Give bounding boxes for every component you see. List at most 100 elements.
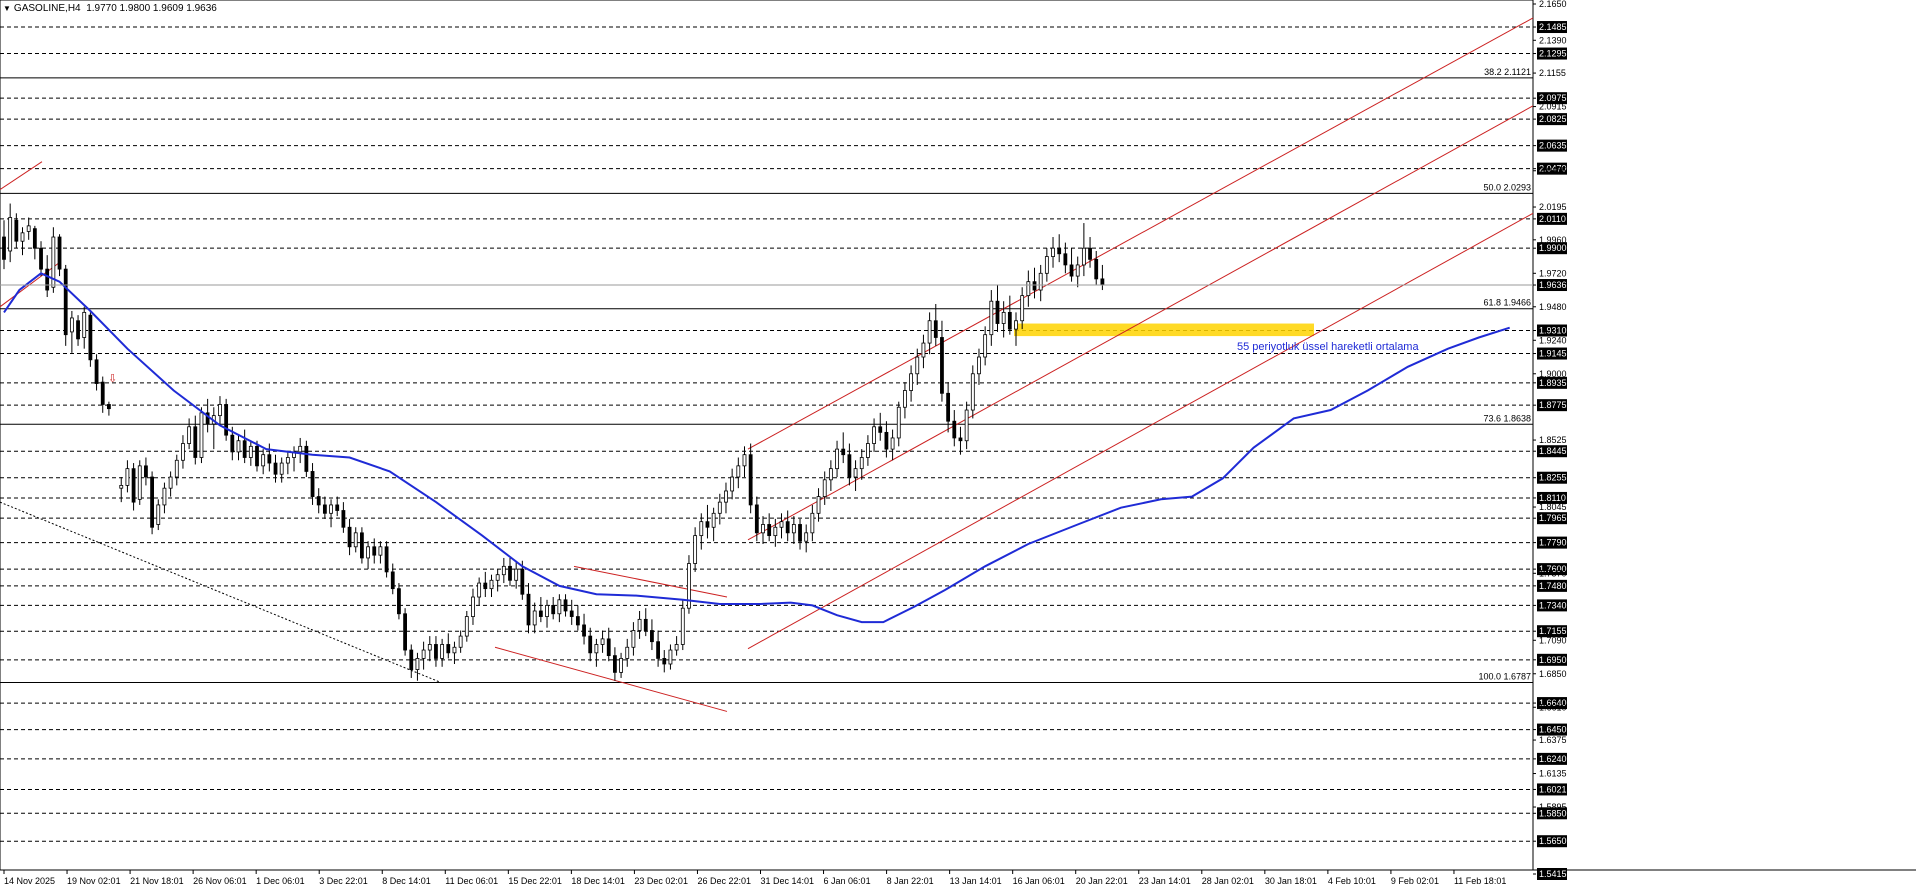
candle-body [224, 404, 229, 436]
dropdown-triangle-icon[interactable]: ▼ [3, 4, 11, 13]
candle-body [255, 445, 259, 467]
candle-body [298, 445, 303, 453]
fib-level-label: 100.0 1.6787 [1478, 672, 1531, 682]
candle-body [575, 616, 580, 626]
candle-body [174, 459, 179, 478]
candle-body [236, 440, 241, 453]
time-tick-label: 4 Feb 10:01 [1328, 876, 1376, 886]
candle-body [588, 635, 593, 654]
candle-body [896, 406, 901, 439]
channel-line-early-a [0, 261, 61, 308]
candle-body [483, 582, 488, 590]
chart-area[interactable]: ▼ GASOLINE,H4 1.9770 1.9800 1.9609 1.9636… [0, 0, 1916, 888]
time-tick-label: 28 Jan 02:01 [1202, 876, 1254, 886]
ohlc-header: 1.9770 1.9800 1.9609 1.9636 [86, 3, 217, 14]
time-tick-label: 8 Jan 22:01 [887, 876, 934, 886]
candle-body [39, 247, 43, 270]
candle-body [779, 521, 784, 528]
candle-body [1044, 256, 1049, 274]
candle-body [150, 476, 154, 528]
candle-body [452, 646, 457, 654]
candle-body [841, 448, 846, 456]
candle-body [631, 630, 636, 648]
fib-level-label: 61.8 1.9466 [1483, 298, 1531, 308]
candle-body [656, 641, 660, 659]
candle-body [520, 568, 525, 595]
candle-body [434, 644, 438, 659]
time-tick-label: 1 Dec 06:01 [256, 876, 305, 886]
channel-line-lower [747, 212, 1534, 650]
candle-body [372, 546, 377, 556]
price-tick-label: 1.9636 [1539, 280, 1567, 290]
candle-body [563, 599, 568, 612]
candle-body [866, 443, 870, 458]
candle-body [1026, 281, 1031, 297]
support-zone [1014, 323, 1314, 337]
candle-body [600, 638, 605, 645]
price-tick-label: 1.6021 [1539, 784, 1567, 794]
candle-body [699, 521, 704, 537]
candle-body [218, 404, 222, 417]
candle-body [458, 635, 463, 648]
price-chart[interactable]: 38.2 2.1121 50.0 2.0293 61.8 1.9466 73.6 1.… [0, 0, 1916, 888]
candle-body [168, 476, 173, 489]
candle-body [785, 521, 790, 534]
candle-body [847, 454, 852, 478]
candle-body [1094, 258, 1099, 280]
candle-body [199, 412, 204, 458]
symbol-label: GASOLINE,H4 [13, 3, 81, 14]
candle-body [341, 510, 346, 528]
time-tick-label: 26 Nov 06:01 [193, 876, 247, 886]
price-tick-label: 1.6375 [1539, 735, 1567, 745]
candle-body [995, 300, 1000, 324]
candle-body [285, 457, 290, 464]
candle-body [1081, 247, 1086, 266]
candle-body [761, 524, 765, 534]
candle-body [63, 268, 68, 336]
candle-body [471, 596, 475, 617]
candle-body [693, 535, 698, 564]
candle-body [378, 546, 383, 556]
fib-level-label: 50.0 2.0293 [1483, 182, 1531, 192]
ema-annotation-label: 55 periyotluk üssel hareketli ortalama [1237, 341, 1419, 353]
candle-body [82, 311, 87, 338]
candle-body [353, 532, 358, 548]
price-tick-label: 1.8775 [1539, 400, 1567, 410]
candle-body [526, 593, 531, 626]
price-tick-label: 1.7340 [1539, 600, 1567, 610]
candle-body [181, 443, 185, 461]
candle-body [316, 496, 321, 506]
candle-body [952, 420, 957, 439]
candle-body [76, 320, 80, 340]
candle-body [582, 624, 586, 637]
down-channel-upper [573, 565, 728, 598]
candle-body [940, 337, 944, 394]
candle-body [125, 468, 130, 486]
price-tick-label: 2.1485 [1539, 22, 1567, 32]
candle-body [1088, 247, 1092, 260]
candle-body [477, 582, 482, 598]
time-tick-label: 6 Jan 06:01 [824, 876, 871, 886]
candle-body [501, 565, 506, 576]
price-tick-label: 2.1155 [1539, 68, 1566, 78]
price-tick-label: 1.8525 [1539, 435, 1567, 445]
price-tick-label: 2.0635 [1539, 141, 1567, 151]
candle-body [915, 356, 920, 375]
candle-body [668, 649, 673, 665]
candle-body [650, 630, 654, 643]
price-tick-label: 1.5650 [1539, 836, 1567, 846]
candle-body [14, 219, 19, 242]
candle-body [1063, 253, 1068, 266]
candle-body [1020, 295, 1025, 322]
candle-body [643, 618, 648, 631]
candle-body [724, 490, 728, 503]
candle-body [131, 468, 136, 503]
candle-body [88, 314, 93, 361]
price-tick-label: 1.7090 [1539, 635, 1567, 645]
time-tick-label: 11 Dec 06:01 [445, 876, 498, 886]
time-tick-label: 18 Dec 14:01 [571, 876, 625, 886]
candle-body [872, 426, 876, 444]
candle-body [409, 649, 414, 670]
candle-body [594, 644, 599, 654]
candle-body [119, 484, 124, 489]
